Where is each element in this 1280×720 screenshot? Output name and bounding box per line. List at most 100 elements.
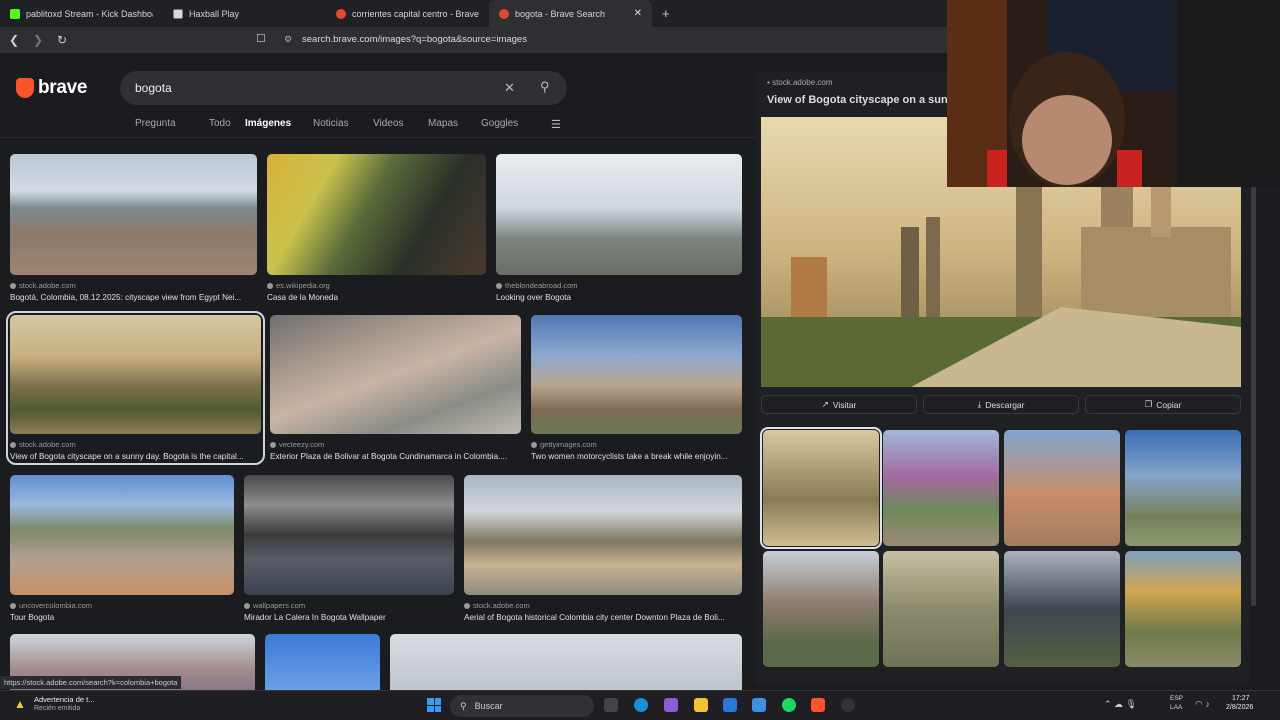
search-icon[interactable]: ⚲ <box>540 79 550 95</box>
search-input[interactable] <box>135 81 495 95</box>
language-indicator[interactable]: ESP <box>1170 695 1183 702</box>
related-image[interactable] <box>1004 551 1120 667</box>
result-source: stock.adobe.com <box>473 601 530 610</box>
result-source: uncovercolombia.com <box>19 601 92 610</box>
result-thumbnail[interactable] <box>390 634 742 690</box>
image-result[interactable] <box>265 634 380 690</box>
image-result[interactable]: wallpapers.com Mirador La Calera In Bogo… <box>244 475 454 622</box>
edge-icon[interactable] <box>634 698 648 712</box>
taskbar: ▲ Advertencia de t... Recién emitida ⚲ B… <box>0 690 1280 720</box>
copy-button[interactable]: ❐ Copiar <box>1085 395 1241 414</box>
result-thumbnail[interactable] <box>244 475 454 595</box>
brave-icon <box>499 8 509 19</box>
browser-tab-bogota[interactable]: bogota - Brave Search ✕ <box>489 0 652 27</box>
forward-icon[interactable]: ❯ <box>28 33 48 47</box>
image-result[interactable]: stock.adobe.com Bogotá, Colombia, 08.12.… <box>10 154 257 302</box>
image-result[interactable]: theblondeabroad.com Looking over Bogota <box>496 154 742 302</box>
taskbar-search-label: Buscar <box>474 701 503 711</box>
browser-tab-haxball[interactable]: Haxball Play <box>163 0 326 27</box>
result-caption[interactable]: Casa de la Moneda <box>267 293 486 302</box>
result-caption[interactable]: Aerial of Bogota historical Colombia cit… <box>464 613 742 622</box>
result-thumbnail[interactable] <box>265 634 380 690</box>
visit-button[interactable]: ↗ Visitar <box>761 395 917 414</box>
kick-icon <box>10 8 20 19</box>
haxball-icon <box>173 8 183 19</box>
related-image[interactable] <box>883 551 999 667</box>
image-result[interactable]: es.wikipedia.org Casa de la Moneda <box>267 154 486 302</box>
network-volume-icons[interactable]: ◠ ♪ <box>1195 699 1210 710</box>
tray-icons[interactable]: ⌃ ☁ 🎙 <box>1104 699 1137 710</box>
site-info-icon[interactable]: ⚙ <box>284 34 292 45</box>
related-image[interactable] <box>1125 430 1241 546</box>
result-caption[interactable]: Tour Bogota <box>10 613 234 622</box>
image-result[interactable]: stock.adobe.com Aerial of Bogota histori… <box>464 475 742 622</box>
favicon-icon <box>244 602 250 609</box>
tab-noticias[interactable]: Noticias <box>313 118 373 129</box>
tab-mapas[interactable]: Mapas <box>428 118 481 129</box>
result-thumbnail[interactable] <box>10 154 257 275</box>
result-caption[interactable]: Exterior Plaza de Bolivar at Bogota Cund… <box>270 452 521 461</box>
result-thumbnail[interactable] <box>464 475 742 595</box>
reload-icon[interactable]: ↻ <box>52 33 72 47</box>
related-image-selected[interactable] <box>760 427 882 549</box>
result-caption[interactable]: Bogotá, Colombia, 08.12.2025: cityscape … <box>10 293 257 302</box>
result-thumbnail[interactable] <box>270 315 521 434</box>
task-view-icon[interactable] <box>604 698 618 712</box>
result-caption[interactable]: Looking over Bogota <box>496 293 742 302</box>
image-result[interactable] <box>390 634 742 690</box>
clear-icon[interactable]: ✕ <box>504 80 515 96</box>
windows-start-icon[interactable] <box>427 698 441 712</box>
preview-scrollbar[interactable] <box>1251 186 1256 606</box>
result-thumbnail[interactable] <box>10 315 261 434</box>
result-thumbnail[interactable] <box>496 154 742 275</box>
image-result-selected[interactable]: stock.adobe.com View of Bogota cityscape… <box>6 311 265 465</box>
app-icon[interactable] <box>752 698 766 712</box>
browser-tab-corrientes[interactable]: corrientes capital centro - Brave Sear <box>326 0 489 27</box>
clock-time[interactable]: 17:27 <box>1232 695 1250 702</box>
download-button[interactable]: ⤓ Descargar <box>923 395 1079 414</box>
obs-icon[interactable] <box>841 698 855 712</box>
store-icon[interactable] <box>723 698 737 712</box>
brave-lion-icon <box>16 78 34 98</box>
file-explorer-icon[interactable] <box>694 698 708 712</box>
brave-logo[interactable]: brave <box>16 77 88 99</box>
address-bar[interactable]: search.brave.com/images?q=bogota&source=… <box>302 34 527 45</box>
copilot-icon[interactable] <box>664 698 678 712</box>
keyboard-layout[interactable]: LAA <box>1170 704 1182 711</box>
new-tab-icon[interactable]: + <box>652 6 680 21</box>
image-result[interactable]: uncovercolombia.com Tour Bogota <box>10 475 234 622</box>
tab-imagenes[interactable]: Imágenes <box>245 118 313 129</box>
browser-tab-kick[interactable]: pablitoxd Stream - Kick Dashboard <box>0 0 163 27</box>
close-tab-icon[interactable]: ✕ <box>634 8 642 19</box>
related-image[interactable] <box>1125 551 1241 667</box>
result-caption[interactable]: View of Bogota cityscape on a sunny day.… <box>10 452 261 461</box>
related-image[interactable] <box>1004 430 1120 546</box>
bookmark-icon[interactable]: ☐ <box>256 32 266 45</box>
result-caption[interactable]: Two women motorcyclists take a break whi… <box>531 452 742 461</box>
tab-goggles[interactable]: Goggles <box>481 118 518 129</box>
related-image[interactable] <box>763 551 879 667</box>
favicon-icon <box>267 282 273 289</box>
related-image[interactable] <box>883 430 999 546</box>
result-caption[interactable]: Mirador La Calera In Bogota Wallpaper <box>244 613 454 622</box>
favicon-icon <box>531 441 537 448</box>
tab-pregunta[interactable]: Pregunta <box>135 118 209 129</box>
notification-title[interactable]: Advertencia de t... <box>34 695 94 704</box>
tab-videos[interactable]: Videos <box>373 118 428 129</box>
filter-settings-icon[interactable]: ☰ <box>551 118 561 131</box>
warning-icon[interactable]: ▲ <box>14 697 26 711</box>
spotify-icon[interactable] <box>782 698 796 712</box>
taskbar-search[interactable]: ⚲ Buscar <box>450 695 594 717</box>
result-thumbnail[interactable] <box>10 475 234 595</box>
tab-todo[interactable]: Todo <box>209 118 245 129</box>
back-icon[interactable]: ❮ <box>4 33 24 47</box>
image-result[interactable]: vecteezy.com Exterior Plaza de Bolivar a… <box>270 315 521 461</box>
divider <box>0 137 755 138</box>
brave-icon[interactable] <box>811 698 825 712</box>
result-thumbnail[interactable] <box>531 315 742 434</box>
preview-title[interactable]: View of Bogota cityscape on a sunny day.… <box>767 94 952 106</box>
clock-date[interactable]: 2/8/2026 <box>1226 704 1253 711</box>
result-thumbnail[interactable] <box>267 154 486 275</box>
search-tabs: Pregunta Todo Imágenes Noticias Videos M… <box>135 118 518 129</box>
image-result[interactable]: gettyimages.com Two women motorcyclists … <box>531 315 742 461</box>
